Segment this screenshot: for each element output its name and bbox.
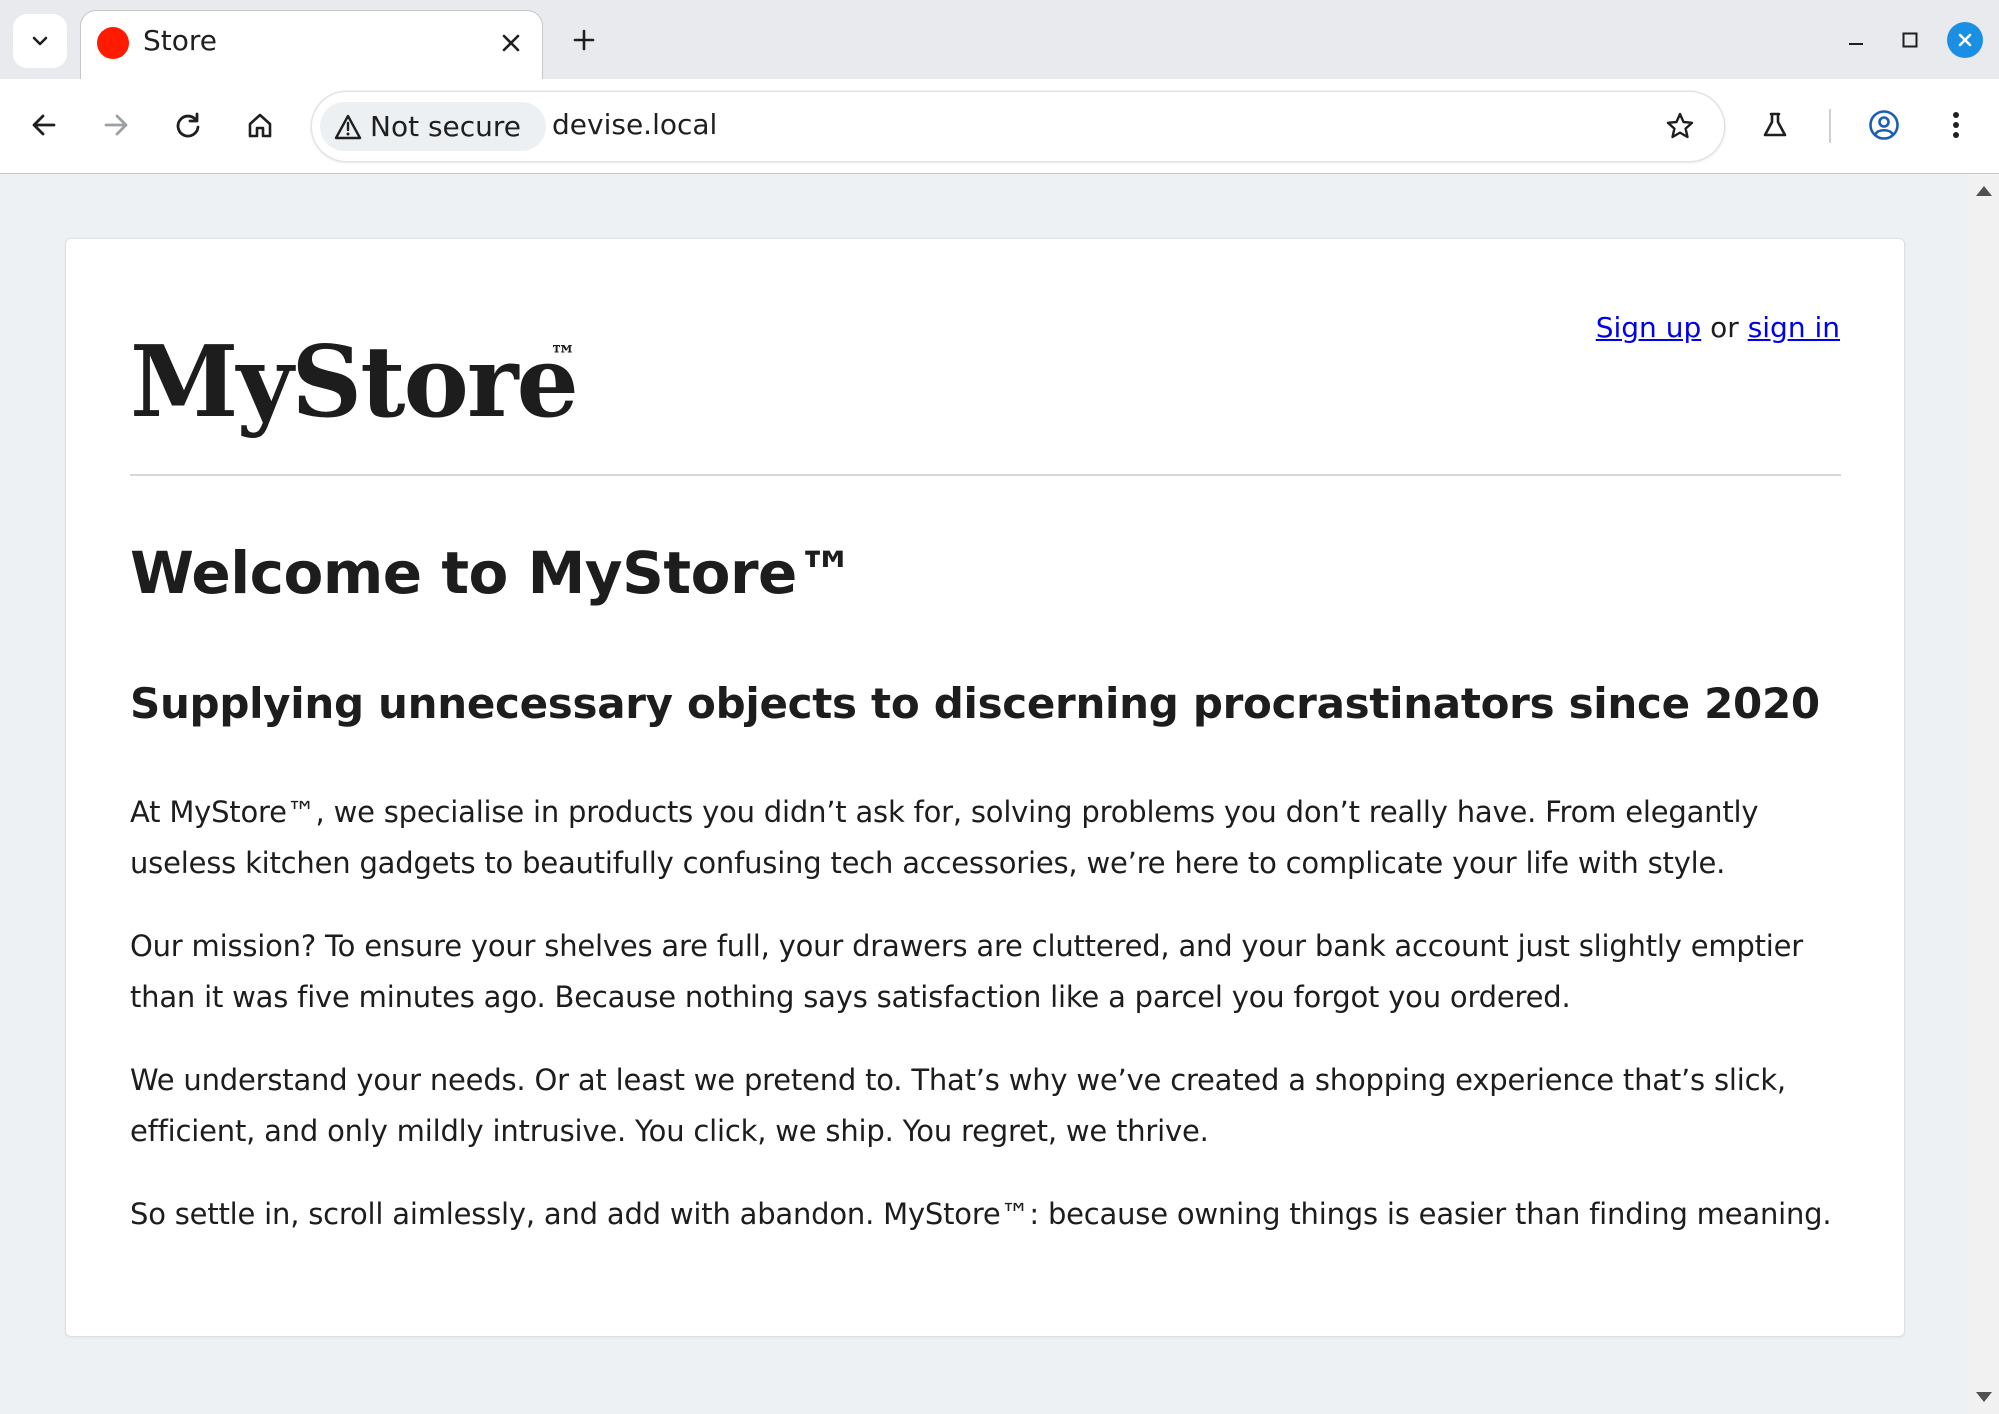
plus-icon [573, 29, 595, 51]
site-logo[interactable]: MyStore [130, 334, 579, 432]
tab-close-button[interactable] [491, 23, 531, 63]
back-button[interactable] [22, 103, 66, 147]
maximize-icon [1902, 32, 1918, 48]
reload-icon [176, 112, 200, 138]
close-window-button[interactable] [1947, 22, 1983, 58]
arrow-left-icon [32, 114, 56, 136]
arrow-right-icon [104, 114, 128, 136]
tab-title: Store [143, 24, 218, 57]
home-button[interactable] [238, 103, 282, 147]
intro-paragraph: Our mission? To ensure your shelves are … [130, 929, 1804, 1014]
home-icon [248, 113, 272, 138]
scroll-up-arrow-icon[interactable] [1976, 186, 1992, 196]
minimize-window-button[interactable] [1836, 20, 1876, 60]
warning-icon [334, 114, 362, 139]
minimize-icon [1849, 43, 1863, 45]
security-chip-label: Not secure [370, 110, 522, 143]
more-vert-icon [1953, 112, 1959, 138]
profile-button[interactable] [1862, 103, 1906, 147]
security-chip[interactable]: Not secure [320, 102, 546, 151]
favicon-icon [97, 27, 129, 59]
intro-paragraph: We understand your needs. Or at least we… [130, 1063, 1786, 1148]
account-circle-icon [1869, 110, 1899, 140]
menu-button[interactable] [1934, 103, 1978, 147]
browser-toolbar: Not secure devise.local [0, 79, 1999, 174]
content-card: MyStore ™ Sign up or sign in Welcome to … [65, 238, 1905, 1337]
address-bar[interactable]: Not secure devise.local [312, 92, 1724, 161]
reload-button[interactable] [166, 103, 210, 147]
scroll-down-arrow-icon[interactable] [1976, 1392, 1992, 1402]
new-tab-button[interactable] [562, 18, 606, 62]
toolbar-separator [1829, 109, 1831, 143]
browser-tab[interactable]: Store [80, 10, 543, 79]
auth-links: Sign up or sign in [1596, 311, 1840, 344]
tab-search-button[interactable] [13, 14, 67, 68]
vertical-scrollbar[interactable] [1968, 174, 1999, 1414]
bookmark-button[interactable] [1658, 104, 1702, 148]
tab-strip: Store [0, 0, 1999, 79]
chevron-down-icon [32, 36, 48, 46]
maximize-window-button[interactable] [1890, 20, 1930, 60]
sign-in-link[interactable]: sign in [1748, 311, 1840, 344]
close-icon [502, 34, 520, 52]
header-divider [130, 474, 1841, 476]
flask-icon [1763, 112, 1787, 137]
url-text[interactable]: devise.local [552, 108, 717, 141]
intro-text: At MyStore™, we specialise in products y… [130, 787, 1850, 1273]
sign-up-link[interactable]: Sign up [1596, 311, 1702, 344]
star-icon [1666, 112, 1694, 139]
labs-button[interactable] [1753, 103, 1797, 147]
intro-paragraph: At MyStore™, we specialise in products y… [130, 795, 1759, 880]
page-title: Welcome to MyStore™ [130, 539, 855, 607]
forward-button[interactable] [94, 103, 138, 147]
auth-connector: or [1710, 311, 1739, 344]
logo-trademark: ™ [550, 341, 576, 371]
close-icon [1958, 33, 1972, 47]
intro-paragraph: So settle in, scroll aimlessly, and add … [130, 1197, 1832, 1231]
page-subtitle: Supplying unnecessary objects to discern… [130, 679, 1820, 728]
